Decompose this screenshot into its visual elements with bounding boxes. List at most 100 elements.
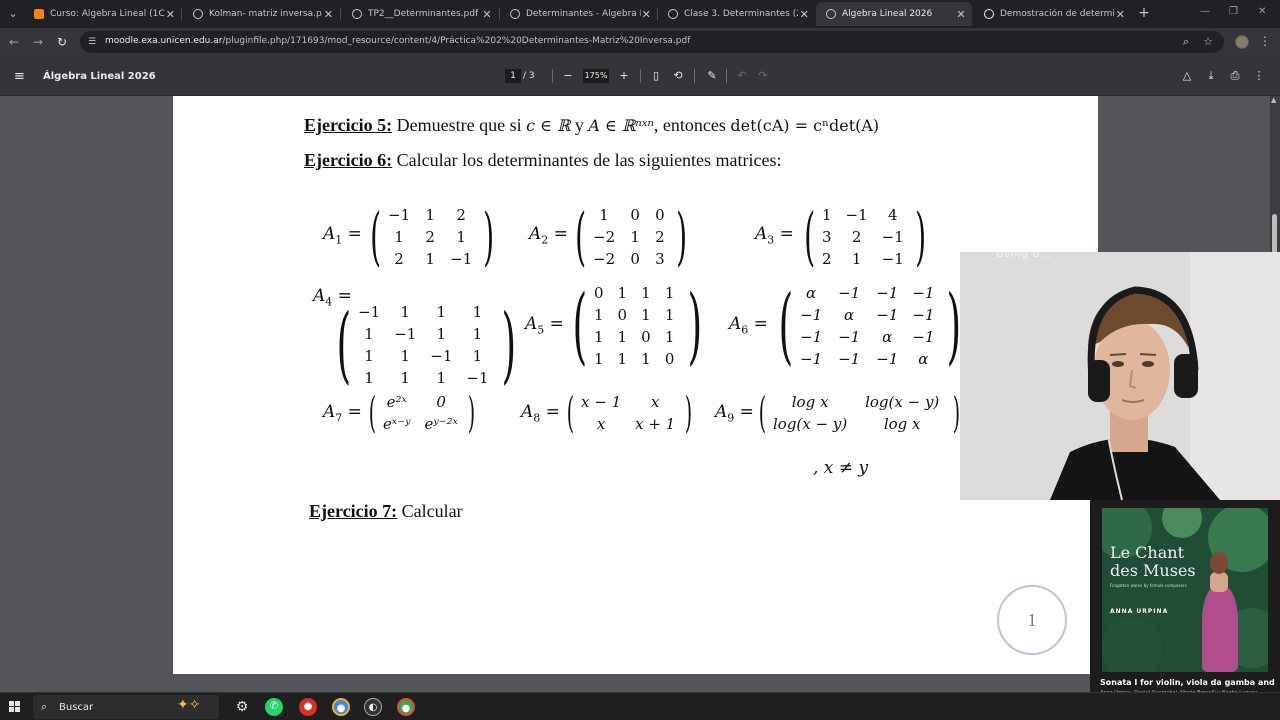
scroll-up-arrow-icon[interactable]: ▲ (1271, 96, 1276, 104)
settings-gear-icon[interactable]: ⚙ (233, 698, 251, 716)
matrix-cell: 4 (887, 206, 898, 224)
matrix-cell: α (882, 328, 893, 346)
matrix-cell: −1 (388, 206, 411, 224)
close-icon[interactable]: ✕ (641, 8, 652, 21)
matrix-a8: (x − 1 x x x + 1) (564, 391, 693, 435)
close-icon[interactable]: ✕ (798, 8, 810, 21)
matrix-cell: 1 (851, 250, 862, 268)
tab-determinantes[interactable]: Determinantes - Álgebra Lineal ✕ (500, 2, 656, 26)
tab-curso[interactable]: Curso: Álgebra Lineal (1C 2026) ✕ (24, 2, 180, 26)
reload-icon[interactable]: ↻ (54, 34, 70, 50)
zoom-level-input[interactable]: 175% (583, 69, 609, 83)
globe-icon (668, 9, 678, 19)
matrix-cell: α (844, 306, 855, 324)
maximize-icon[interactable]: ❐ (1229, 6, 1238, 17)
undo-icon[interactable]: ↶ (735, 69, 749, 83)
address-bar[interactable]: ☰ moodle.exa.unicen.edu.ar/pluginfile.ph… (80, 31, 1224, 53)
chrome-icon[interactable]: ● (332, 698, 350, 716)
forward-arrow-icon[interactable]: → (30, 34, 46, 50)
matrix-cell: 1 (664, 328, 675, 346)
chrome-dark-icon[interactable]: ◐ (364, 698, 382, 716)
tab-clase3[interactable]: Clase 3. Determinantes (2).pdf ✕ (658, 2, 814, 26)
site-info-icon[interactable]: ☰ (86, 36, 98, 48)
tab-demostracion[interactable]: Demostración de determinante ✕ (974, 2, 1130, 26)
figure-head (1210, 552, 1228, 574)
tab-tp2[interactable]: TP2__Determinantes.pdf ✕ (342, 2, 498, 26)
matrix-row: log x log(x − y) (766, 391, 950, 413)
matrix-cell: 1 (364, 369, 374, 387)
page-number-input[interactable]: 1 (505, 69, 521, 83)
matrix-bracket-left: ( (778, 276, 794, 375)
print-icon[interactable]: ⎙ (1228, 69, 1242, 83)
tab-label: Álgebra Lineal 2026 (842, 9, 933, 19)
url-text[interactable]: moodle.exa.unicen.edu.ar/pluginfile.php/… (105, 36, 690, 46)
matrix-cell: eˣ⁻ʸ (383, 415, 411, 433)
bookmark-star-icon[interactable]: ☆ (1202, 36, 1214, 48)
fit-page-icon[interactable]: ▯ (649, 69, 663, 83)
close-icon[interactable]: ✕ (322, 8, 335, 21)
matrix-cell: x (650, 393, 660, 411)
matrix-bracket-left: ( (368, 388, 377, 438)
tab-search-chevron-icon[interactable]: ⌄ (4, 5, 22, 23)
matrix-cell: −1 (912, 328, 935, 346)
more-options-icon[interactable]: ⋮ (1252, 69, 1266, 83)
tab-algebra-lineal-active[interactable]: Álgebra Lineal 2026 ✕ (816, 2, 972, 26)
tab-kolman[interactable]: Kolman- matriz inversa.pdf ✕ (183, 2, 339, 26)
new-tab-plus-icon[interactable]: + (1137, 5, 1151, 21)
matrix-entries: α −1 −1 −1 −1 α −1 −1 −1 −1 α −1 −1 −1 −1 α (793, 282, 941, 370)
drive-save-icon[interactable]: △ (1180, 69, 1194, 83)
exercise-5-text-a: Demuestre que si (392, 115, 527, 135)
zoom-magnifier-icon[interactable]: ⌕ (1180, 36, 1192, 48)
matrix-cell: 1 (641, 306, 651, 324)
chrome-menu-icon[interactable]: ⋮ (1259, 34, 1271, 48)
minimize-icon[interactable]: — (1200, 6, 1210, 17)
matrix-cell: 1 (436, 325, 447, 343)
matrix-cell: 1 (364, 325, 374, 343)
matrix-name: A (323, 402, 336, 422)
matrix-bracket-left: ( (336, 295, 352, 394)
matrix-cell: 1 (400, 369, 410, 387)
close-icon[interactable]: ✕ (480, 8, 494, 21)
annotate-pen-icon[interactable]: ✎ (705, 69, 719, 83)
matrix-bracket-right: ) (467, 388, 476, 438)
matrix-cell: 1 (641, 284, 651, 302)
profile-avatar[interactable] (1235, 35, 1249, 49)
matrix-cell: 1 (617, 328, 628, 346)
matrix-a5: (0 1 1 1 1 0 1 1 1 1 0 1 1 1 1 0) (567, 282, 702, 370)
exercise-6-heading: Ejercicio 6: (304, 150, 393, 170)
redo-icon[interactable]: ↷ (756, 69, 770, 83)
media-player-widget[interactable]: Le Chant des Muses Forgotten works by fe… (1090, 500, 1280, 718)
window-close-icon[interactable]: ✕ (1258, 6, 1266, 17)
matrix-cell: −1 (838, 350, 861, 368)
download-icon[interactable]: ⤓ (1204, 69, 1218, 83)
zoom-out-icon[interactable]: − (561, 69, 575, 83)
close-icon[interactable]: ✕ (954, 8, 968, 21)
scrollbar-thumb[interactable] (1272, 214, 1277, 254)
rotate-icon[interactable]: ⟲ (671, 69, 685, 83)
matrix-cell: −1 (881, 250, 904, 268)
matrix-row: 1110 (587, 348, 682, 370)
hamburger-menu-icon[interactable]: ≡ (14, 69, 25, 84)
matrix-cell: log(x − y) (865, 393, 940, 411)
toolbar-divider (694, 69, 695, 83)
equals-sign: = (734, 402, 754, 422)
whatsapp-icon[interactable]: ✆ (265, 698, 283, 716)
matrix-cell: 1 (594, 306, 604, 324)
windows-start-icon[interactable] (9, 701, 21, 713)
back-arrow-icon[interactable]: ← (6, 34, 22, 50)
page-number-circle: 1 (997, 585, 1067, 655)
chrome-alt-icon[interactable]: ● (397, 698, 415, 716)
zoom-in-icon[interactable]: + (617, 69, 631, 83)
equals-sign: = (540, 402, 560, 422)
album-title: Le Chant des Muses (1110, 543, 1196, 580)
equals-sign: = (544, 314, 564, 334)
exercise-5-math-c: det(cA) = cⁿdet(A) (730, 116, 880, 135)
matrix-row: 0111 (587, 282, 682, 304)
chrome-profile-red-icon[interactable]: ● (299, 698, 317, 716)
close-icon[interactable]: ✕ (165, 8, 176, 21)
matrix-cell: 1 (630, 228, 640, 246)
toolbar-divider (552, 69, 553, 83)
taskbar-search[interactable]: ⌕ Buscar ✦✧ (33, 695, 219, 719)
matrix-row: 2 1 −1 (381, 248, 479, 270)
close-icon[interactable]: ✕ (1115, 8, 1126, 21)
